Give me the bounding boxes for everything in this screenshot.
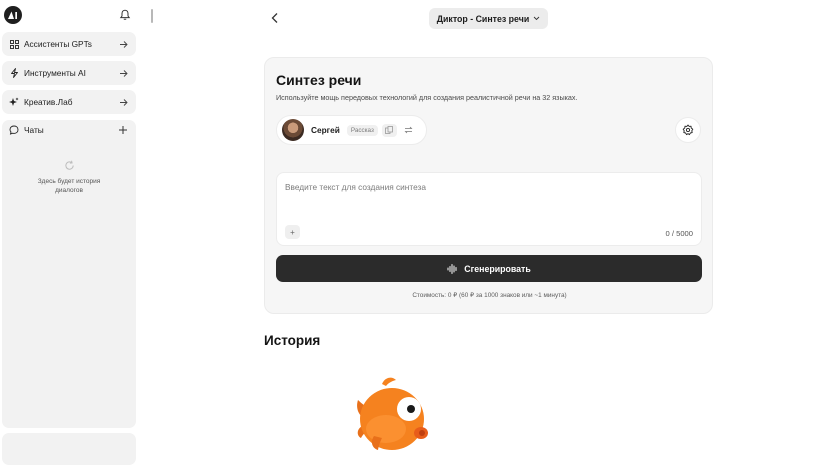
chats-header: Чаты bbox=[2, 120, 136, 140]
char-counter: 0 / 5000 bbox=[665, 229, 693, 238]
sidebar-item-creative-lab[interactable]: Креатив.Лаб bbox=[2, 90, 136, 114]
voice-settings-button[interactable] bbox=[675, 117, 701, 143]
avatar bbox=[282, 119, 304, 141]
text-input-placeholder: Введите текст для создания синтеза bbox=[285, 182, 426, 192]
lightning-icon bbox=[9, 68, 19, 78]
sidebar-item-label: Инструменты AI bbox=[24, 68, 86, 78]
waveform-icon bbox=[447, 263, 457, 274]
sidebar-bottom-panel[interactable] bbox=[2, 433, 136, 465]
chevron-down-icon bbox=[533, 16, 540, 21]
app-logo[interactable] bbox=[4, 6, 22, 24]
sidebar: Ассистенты GPTs Инструменты AI Креатив.Л… bbox=[0, 0, 140, 468]
model-selector[interactable]: Диктор - Синтез речи bbox=[429, 8, 548, 29]
chats-panel: Чаты Здесь будет история диалогов bbox=[2, 120, 136, 428]
text-input[interactable]: Введите текст для создания синтеза + 0 /… bbox=[276, 172, 702, 246]
generate-button[interactable]: Сгенерировать bbox=[276, 255, 702, 282]
chats-label: Чаты bbox=[24, 125, 44, 135]
arrow-right-icon bbox=[120, 69, 128, 77]
sidebar-resize-handle[interactable] bbox=[151, 9, 153, 23]
arrow-right-icon bbox=[120, 40, 128, 48]
sidebar-item-tools[interactable]: Инструменты AI bbox=[2, 61, 136, 85]
gear-icon bbox=[682, 124, 694, 136]
cost-info: Стоимость: 0 ₽ (60 ₽ за 1000 знаков или … bbox=[412, 292, 567, 299]
swap-voice-button[interactable] bbox=[401, 124, 416, 137]
fish-mascot-illustration bbox=[357, 377, 428, 450]
swap-icon bbox=[404, 126, 413, 134]
arrow-right-icon bbox=[120, 98, 128, 106]
add-attachment-button[interactable]: + bbox=[285, 225, 300, 239]
refresh-icon bbox=[64, 160, 74, 170]
back-chevron-icon[interactable] bbox=[268, 11, 282, 25]
generate-button-label: Сгенерировать bbox=[464, 263, 531, 274]
tts-card: Синтез речи Используйте мощь передовых т… bbox=[264, 57, 713, 314]
chat-bubble-icon bbox=[9, 125, 19, 135]
voice-style-badge: Рассказ bbox=[346, 124, 378, 136]
logo-icon bbox=[8, 11, 17, 19]
chats-empty-text: Здесь будет история диалогов bbox=[37, 178, 101, 194]
sparkle-icon bbox=[9, 97, 19, 107]
page-subtitle: Используйте мощь передовых технологий дл… bbox=[276, 93, 578, 102]
chats-empty-state: Здесь будет история диалогов bbox=[2, 160, 136, 195]
page-title: Синтез речи bbox=[276, 72, 362, 88]
copy-voice-button[interactable] bbox=[381, 123, 397, 137]
history-title: История bbox=[264, 333, 321, 348]
new-chat-plus-icon[interactable] bbox=[118, 125, 128, 135]
sidebar-item-label: Ассистенты GPTs bbox=[24, 39, 92, 49]
grid-icon bbox=[9, 39, 19, 49]
copy-icon bbox=[385, 126, 394, 134]
voice-name: Сергей bbox=[311, 125, 340, 135]
bell-icon[interactable] bbox=[119, 9, 131, 21]
voice-selector[interactable]: Сергей Рассказ bbox=[276, 115, 427, 145]
model-selector-label: Диктор - Синтез речи bbox=[436, 13, 530, 24]
sidebar-item-assistants[interactable]: Ассистенты GPTs bbox=[2, 32, 136, 56]
sidebar-item-label: Креатив.Лаб bbox=[24, 97, 73, 107]
